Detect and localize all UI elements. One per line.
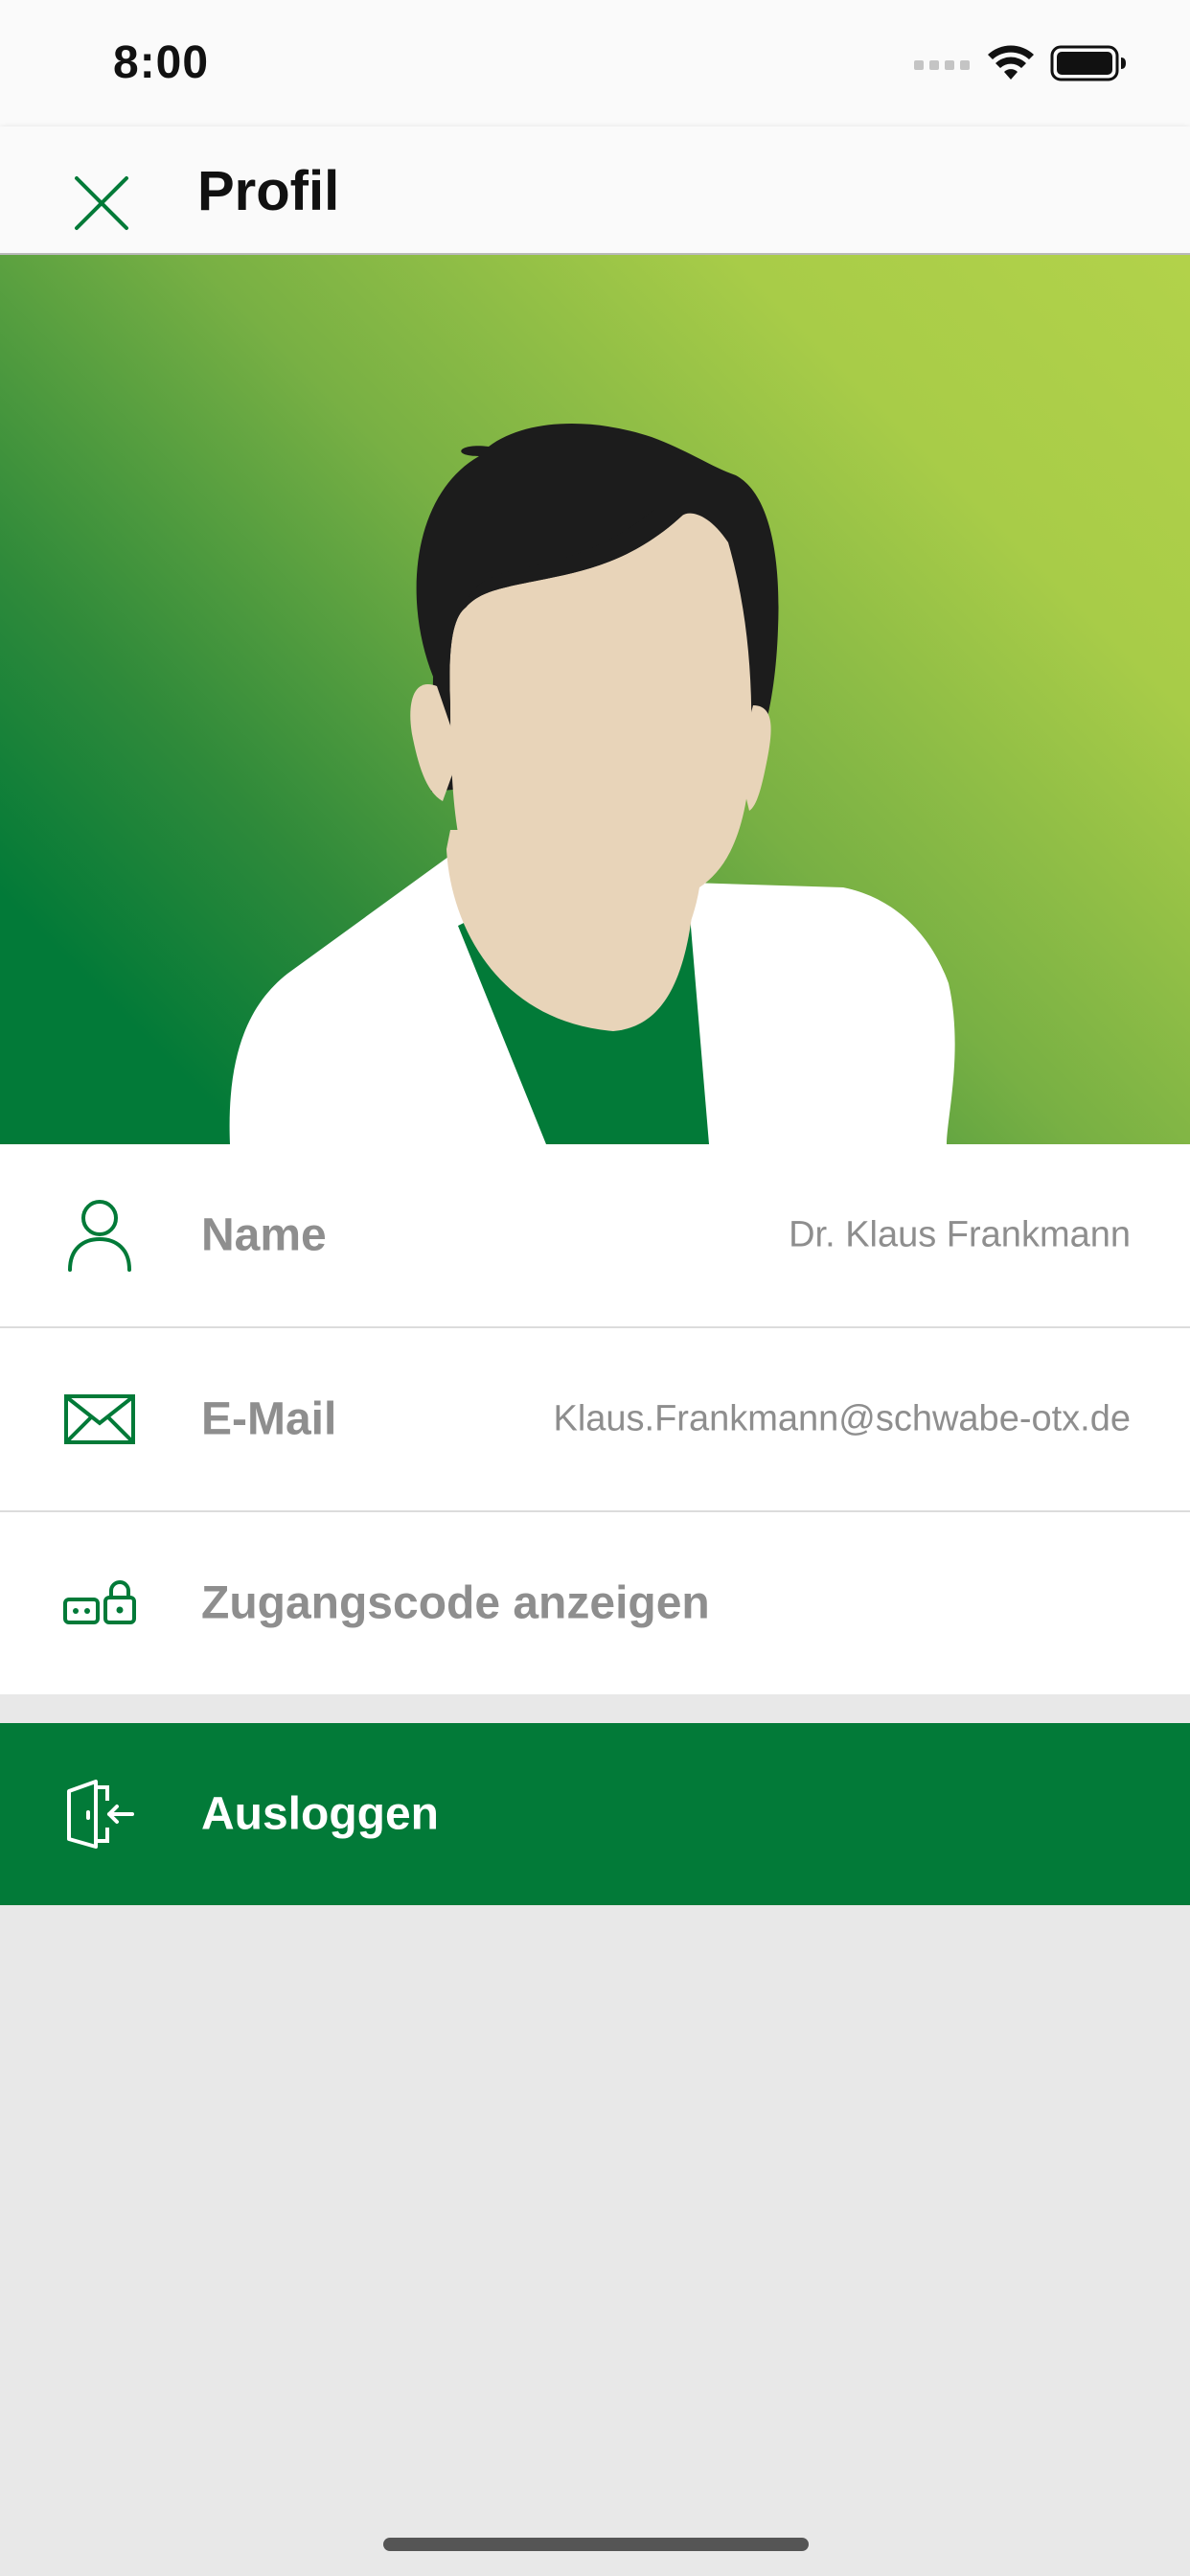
close-button[interactable] xyxy=(56,157,148,249)
logout-door-icon xyxy=(61,1776,138,1852)
cellular-signal-icon xyxy=(914,60,970,70)
name-value: Dr. Klaus Frankmann xyxy=(789,1214,1131,1255)
email-row: E-Mail Klaus.Frankmann@schwabe-otx.de xyxy=(0,1328,1190,1512)
person-icon xyxy=(61,1197,138,1274)
status-bar: 8:00 xyxy=(0,0,1190,126)
close-icon xyxy=(75,176,128,230)
access-code-row[interactable]: Zugangscode anzeigen xyxy=(0,1512,1190,1694)
email-label: E-Mail xyxy=(201,1393,337,1445)
logout-label: Ausloggen xyxy=(201,1788,439,1840)
wifi-icon xyxy=(988,45,1034,80)
profile-hero-image xyxy=(0,255,1190,1144)
status-time: 8:00 xyxy=(113,37,210,88)
doctor-avatar-illustration xyxy=(229,424,955,1144)
profile-list: Name Dr. Klaus Frankmann E-Mail Klaus.Fr… xyxy=(0,1144,1190,1694)
battery-icon xyxy=(1050,45,1126,81)
home-indicator[interactable] xyxy=(383,2538,809,2551)
name-label: Name xyxy=(201,1209,327,1261)
access-code-lock-icon xyxy=(61,1565,138,1642)
page-title: Profil xyxy=(197,160,340,222)
access-code-label: Zugangscode anzeigen xyxy=(201,1577,710,1629)
logout-button[interactable]: Ausloggen xyxy=(0,1723,1190,1905)
mail-icon xyxy=(61,1381,138,1458)
email-value: Klaus.Frankmann@schwabe-otx.de xyxy=(553,1398,1131,1439)
navigation-bar: Profil xyxy=(0,126,1190,255)
status-icons xyxy=(914,44,1127,82)
name-row: Name Dr. Klaus Frankmann xyxy=(0,1144,1190,1328)
